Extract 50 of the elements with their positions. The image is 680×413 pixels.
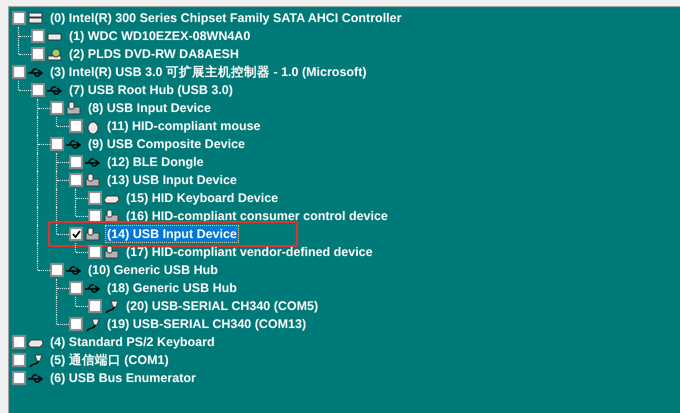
checkbox[interactable]: [12, 335, 26, 349]
checkbox[interactable]: [69, 155, 83, 169]
checkbox[interactable]: [31, 83, 45, 97]
tree-item[interactable]: (9) USB Composite Device: [87, 136, 246, 152]
tree-item[interactable]: (12) BLE Dongle: [106, 154, 205, 170]
checkbox[interactable]: [69, 119, 83, 133]
input-device-icon: [103, 208, 120, 224]
tree-item[interactable]: (18) Generic USB Hub: [106, 280, 238, 296]
tree-item[interactable]: (0) Intel(R) 300 Series Chipset Family SATA AHCI Controller: [49, 10, 402, 26]
input-device-icon: [103, 244, 120, 260]
checkbox[interactable]: [69, 281, 83, 295]
checkbox[interactable]: [88, 299, 102, 313]
input-device-icon: [65, 100, 82, 116]
tree-item[interactable]: (10) Generic USB Hub: [87, 262, 219, 278]
checkbox[interactable]: [69, 317, 83, 331]
input-device-icon: [84, 226, 101, 242]
drive-stack-icon: [27, 10, 44, 26]
checkbox[interactable]: [50, 137, 64, 151]
tree-item[interactable]: (15) HID Keyboard Device: [125, 190, 280, 206]
tree-item[interactable]: (3) Intel(R) USB 3.0 可扩展主机控制器 - 1.0 (Microsoft): [49, 62, 368, 82]
tree-item[interactable]: (6) USB Bus Enumerator: [49, 370, 197, 386]
checkbox[interactable]: [88, 191, 102, 205]
tree-item[interactable]: (1) WDC WD10EZEX-08WN4A0: [68, 28, 252, 44]
disc-drive-icon: [46, 46, 63, 62]
tree-item[interactable]: (11) HID-compliant mouse: [106, 118, 262, 134]
checkbox[interactable]: [69, 227, 83, 241]
tree-item[interactable]: (19) USB-SERIAL CH340 (COM13): [106, 316, 308, 332]
checkbox[interactable]: [50, 263, 64, 277]
checkbox[interactable]: [12, 11, 26, 25]
checkbox[interactable]: [12, 65, 26, 79]
checkbox[interactable]: [12, 371, 26, 385]
tree-item[interactable]: (8) USB Input Device: [87, 100, 212, 116]
serial-port-icon: [27, 352, 44, 368]
tree-item[interactable]: (7) USB Root Hub (USB 3.0): [68, 82, 234, 98]
serial-port-icon: [84, 316, 101, 332]
input-device-icon: [84, 172, 101, 188]
checkbox[interactable]: [88, 245, 102, 259]
tree-item[interactable]: (5) 通信端口 (COM1): [49, 350, 170, 370]
tree-item[interactable]: (13) USB Input Device: [106, 172, 238, 188]
tree-item[interactable]: (2) PLDS DVD-RW DA8AESH: [68, 46, 240, 62]
checkbox[interactable]: [31, 47, 45, 61]
tree-item[interactable]: (20) USB-SERIAL CH340 (COM5): [125, 298, 320, 314]
serial-port-icon: [103, 298, 120, 314]
tree-item[interactable]: (17) HID-compliant vendor-defined device: [125, 244, 374, 260]
checkbox[interactable]: [50, 101, 64, 115]
tree-item[interactable]: (14) USB Input Device: [106, 226, 238, 242]
checkbox[interactable]: [12, 353, 26, 367]
checkbox[interactable]: [31, 29, 45, 43]
tree-item[interactable]: (4) Standard PS/2 Keyboard: [49, 334, 216, 350]
checkbox[interactable]: [69, 173, 83, 187]
